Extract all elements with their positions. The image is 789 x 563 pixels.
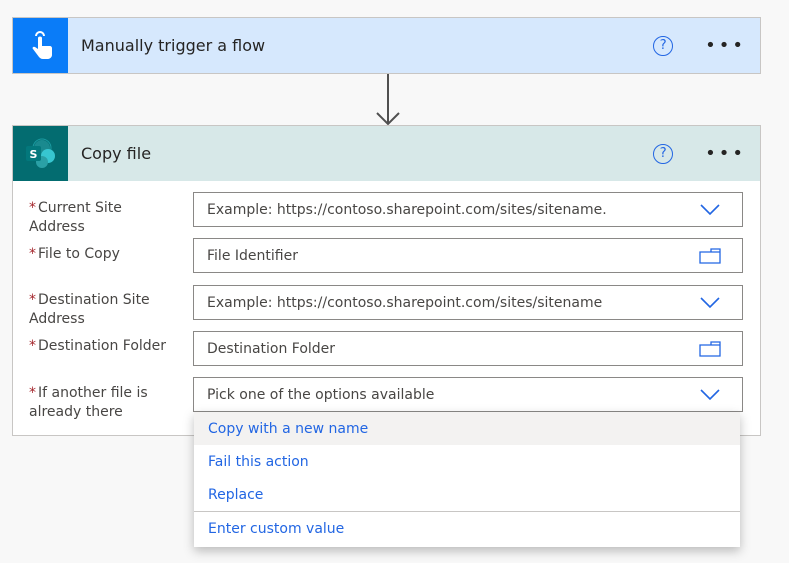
- current-site-address-placeholder: Example: https://contoso.sharepoint.com/…: [207, 201, 607, 218]
- chevron-down-icon[interactable]: [698, 198, 722, 222]
- svg-text:S: S: [29, 148, 37, 161]
- current-site-address-label: * Current Site Address: [29, 199, 179, 237]
- destination-site-address-placeholder: Example: https://contoso.sharepoint.com/…: [207, 294, 603, 311]
- arrow-down-icon: [376, 74, 400, 126]
- if-another-file-dropdown[interactable]: Pick one of the options available: [193, 377, 743, 412]
- help-icon[interactable]: ?: [653, 35, 674, 56]
- copy-file-card[interactable]: S Copy file ? ••• * Current Site Address …: [12, 125, 761, 436]
- option-replace[interactable]: Replace: [194, 478, 740, 511]
- required-marker: *: [29, 385, 36, 401]
- destination-site-address-dropdown[interactable]: Example: https://contoso.sharepoint.com/…: [193, 285, 743, 320]
- label-text: Destination Site Address: [29, 292, 150, 327]
- file-to-copy-input[interactable]: File Identifier: [193, 238, 743, 273]
- more-options-icon[interactable]: •••: [705, 36, 746, 55]
- folder-icon[interactable]: [698, 337, 722, 361]
- option-enter-custom-value[interactable]: Enter custom value: [194, 512, 740, 545]
- file-to-copy-placeholder: File Identifier: [207, 247, 298, 264]
- destination-folder-placeholder: Destination Folder: [207, 340, 336, 357]
- required-marker: *: [29, 338, 36, 354]
- current-site-address-dropdown[interactable]: Example: https://contoso.sharepoint.com/…: [193, 192, 743, 227]
- label-text: Current Site Address: [29, 200, 122, 235]
- folder-icon[interactable]: [698, 244, 722, 268]
- destination-site-address-label: * Destination Site Address: [29, 291, 179, 329]
- trigger-header[interactable]: Manually trigger a flow ? •••: [13, 18, 760, 73]
- sharepoint-icon: S: [13, 126, 68, 181]
- label-text: File to Copy: [38, 246, 120, 262]
- copy-file-title: Copy file: [81, 144, 152, 163]
- help-icon[interactable]: ?: [653, 143, 674, 164]
- destination-folder-input[interactable]: Destination Folder: [193, 331, 743, 366]
- trigger-title: Manually trigger a flow: [81, 36, 266, 55]
- option-copy-with-new-name[interactable]: Copy with a new name: [194, 412, 740, 445]
- more-options-icon[interactable]: •••: [705, 144, 746, 163]
- option-fail-this-action[interactable]: Fail this action: [194, 445, 740, 478]
- if-another-file-options-menu[interactable]: Copy with a new name Fail this action Re…: [194, 412, 740, 547]
- touch-hand-icon: [13, 18, 68, 73]
- label-text: If another file is already there: [29, 385, 148, 420]
- trigger-card[interactable]: Manually trigger a flow ? •••: [12, 17, 761, 74]
- file-to-copy-label: * File to Copy: [29, 245, 179, 264]
- copy-file-header[interactable]: S Copy file ? •••: [13, 126, 760, 181]
- if-another-file-placeholder: Pick one of the options available: [207, 386, 435, 403]
- required-marker: *: [29, 200, 36, 216]
- required-marker: *: [29, 292, 36, 308]
- destination-folder-label: * Destination Folder: [29, 337, 179, 356]
- if-another-file-label: * If another file is already there: [29, 384, 179, 422]
- label-text: Destination Folder: [38, 338, 167, 354]
- chevron-down-icon[interactable]: [698, 291, 722, 315]
- chevron-down-icon[interactable]: [698, 383, 722, 407]
- required-marker: *: [29, 246, 36, 262]
